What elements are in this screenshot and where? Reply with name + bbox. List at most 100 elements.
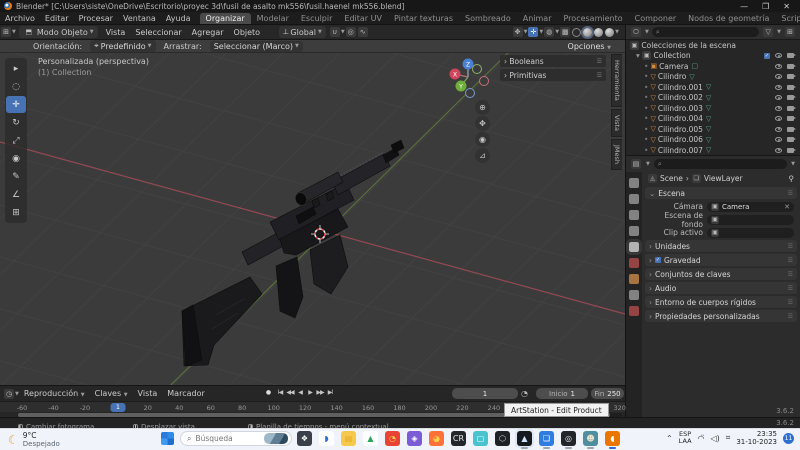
workspace-tab-editar-uv[interactable]: Editar UV [338,13,388,24]
viewport-3d[interactable]: Personalizada (perspectiva) (1) Collecti… [0,53,625,385]
camera-view-button[interactable]: ◉ [475,132,490,147]
disable-render-icon[interactable] [787,147,796,153]
disable-render-icon[interactable] [787,84,796,90]
properties-tab-scene[interactable] [626,239,642,255]
disable-render-icon[interactable] [787,116,796,122]
outliner-display-caret[interactable]: ▼ [645,29,649,35]
properties-tab-view-layer[interactable] [629,226,639,236]
panel-unidades[interactable]: › Unidades ☰ [645,240,797,252]
current-frame-field[interactable]: 1 [452,388,518,399]
taskbar-app-obs[interactable]: ◎ [561,431,576,449]
camera-tray-icon[interactable]: ⌗ [726,433,731,443]
zoom-button[interactable]: ⊕ [475,100,490,115]
hide-eye-icon[interactable] [775,84,782,90]
menu-archivo[interactable]: Archivo [0,13,40,24]
taskbar-app-clip-studio[interactable]: CR [451,431,466,446]
outliner-newcollection-icon[interactable]: ⊞ [785,27,795,37]
workspace-tab-animar[interactable]: Animar [517,13,558,24]
outliner-item-cilindro-002[interactable]: • ▽ Cilindro.002 ▽ [626,93,800,104]
frame-start-field[interactable]: Inicio 1 [536,388,588,399]
outliner-display-mode-icon[interactable]: 🞅 [631,27,641,37]
shading-rendered-icon[interactable] [605,27,615,37]
falloff-curve-icon[interactable]: ∿ [357,27,368,37]
properties-editor-icon[interactable]: ▤ [631,159,641,169]
proportional-edit-icon[interactable]: ◎ [345,27,356,37]
hide-eye-icon[interactable] [775,95,782,101]
panel-audio[interactable]: › Audio ☰ [645,282,797,294]
workspace-tab-modelar[interactable]: Modelar [251,13,295,24]
properties-tab-world[interactable] [629,258,639,268]
taskbar-app-purple-app[interactable]: ◈ [407,431,422,446]
panel-checkbox[interactable]: ✓ [655,257,661,263]
mode-selector[interactable]: ⬒ Modo Objeto ▼ [18,26,98,38]
transform-orientation[interactable]: ⟂ Global ▼ [279,26,326,38]
perspective-toggle-button[interactable]: ⊿ [475,148,490,163]
current-frame-marker[interactable]: 1 [110,403,126,412]
timeline-menu-vista[interactable]: Vista [133,388,163,399]
tool-scale-button[interactable]: ⤢ [6,132,26,149]
jump-start-button[interactable]: I◀ [275,387,285,398]
sidebar-tab-jmesh[interactable]: JMesh [611,138,622,170]
notification-badge[interactable]: 11 [783,432,794,444]
taskbar-app-chat[interactable]: ◗ [319,431,334,446]
hide-eye-icon[interactable] [775,137,782,143]
workspace-tab-procesamiento[interactable]: Procesamiento [558,13,629,24]
outliner-item-cilindro-001[interactable]: • ▽ Cilindro.001 ▽ [626,82,800,93]
snap-magnet-icon[interactable]: ∪ [329,27,340,37]
taskbar-app-hex-app[interactable]: ⬡ [495,431,510,446]
taskbar-app-blender[interactable]: ◖ [605,431,620,449]
prev-keyframe-button[interactable]: ◀◀ [285,387,295,398]
shading-material-icon[interactable] [594,27,604,37]
outliner-item-cilindro-005[interactable]: • ▽ Cilindro.005 ▽ [626,124,800,135]
jump-end-button[interactable]: ▶I [325,387,335,398]
taskbar-app-file-explorer[interactable]: ▤ [341,431,356,446]
workspace-tab-esculpir[interactable]: Esculpir [295,13,339,24]
collection-checkbox[interactable]: ✓ [764,52,770,59]
breadcrumb-scene[interactable]: Scene [660,174,683,183]
panel-gravedad[interactable]: › ✓ Gravedad ☰ [645,254,797,266]
taskbar-app-teal-app[interactable]: ▢ [473,431,488,446]
disable-render-icon[interactable] [787,74,796,80]
viewport-menu-agregar[interactable]: Agregar [187,27,229,38]
properties-editor-caret[interactable]: ▼ [646,161,650,167]
hide-eye-icon[interactable] [775,63,782,69]
gizmo-x-neg[interactable] [479,76,489,86]
sidebar-tab-herramienta[interactable]: Herramienta [611,54,622,107]
outliner-item-cilindro-003[interactable]: • ▽ Cilindro.003 ▽ [626,103,800,114]
taskbar-app-firefox[interactable]: ◕ [429,431,444,446]
shading-wireframe-icon[interactable] [572,27,582,37]
play-button[interactable]: ▶ [305,387,315,398]
viewport-menu-objeto[interactable]: Objeto [229,27,266,38]
search-input[interactable] [195,434,254,443]
tool-transform-button[interactable]: ◉ [6,150,26,167]
disable-render-icon[interactable] [787,53,796,59]
maximize-button[interactable]: ❐ [762,2,769,11]
outliner-item-camera[interactable]: • ▣ Camera ▢ [626,61,800,72]
hide-eye-icon[interactable] [775,116,782,122]
panel-propiedades-personalizadas[interactable]: › Propiedades personalizadas ☰ [645,310,797,322]
disable-render-icon[interactable] [787,105,796,111]
wifi-icon[interactable]: ◠̈ [698,434,705,443]
show-object-types-icon[interactable]: ✥ [512,27,523,37]
outliner-item-cilindro-004[interactable]: • ▽ Cilindro.004 ▽ [626,114,800,125]
options-dropdown[interactable]: Opciones ▼ [568,42,611,51]
timeline-menu-marcador[interactable]: Marcador [162,388,209,399]
shading-solid-icon[interactable] [583,27,593,37]
tool-annotate-button[interactable]: ✎ [6,168,26,185]
taskbar-app-google-drive[interactable]: ▲ [363,431,378,446]
disable-render-icon[interactable] [787,63,796,69]
timeline-editor-icon[interactable]: ◷ [4,388,14,399]
properties-tab-tool[interactable] [629,178,639,188]
field-c-mara[interactable]: ▣ Camera ✕ [707,201,794,212]
field-clip-activo[interactable]: ▣ [707,227,794,238]
menu-ayuda[interactable]: Ayuda [161,13,196,24]
properties-tab-physics[interactable] [629,306,639,316]
workspace-tab-componer[interactable]: Componer [629,13,683,24]
tool-measure-button[interactable]: ∠ [6,186,26,203]
search-highlight-image[interactable] [264,433,288,444]
properties-search-input[interactable]: ⌕ [653,159,788,169]
snap-caret[interactable]: ▼ [341,29,345,35]
taskbar-app-artstation[interactable]: ▲ [517,431,532,449]
sidebar-tab-vista[interactable]: Vista [611,108,622,137]
workspace-tab-nodos-de-geometr-a[interactable]: Nodos de geometría [682,13,775,24]
